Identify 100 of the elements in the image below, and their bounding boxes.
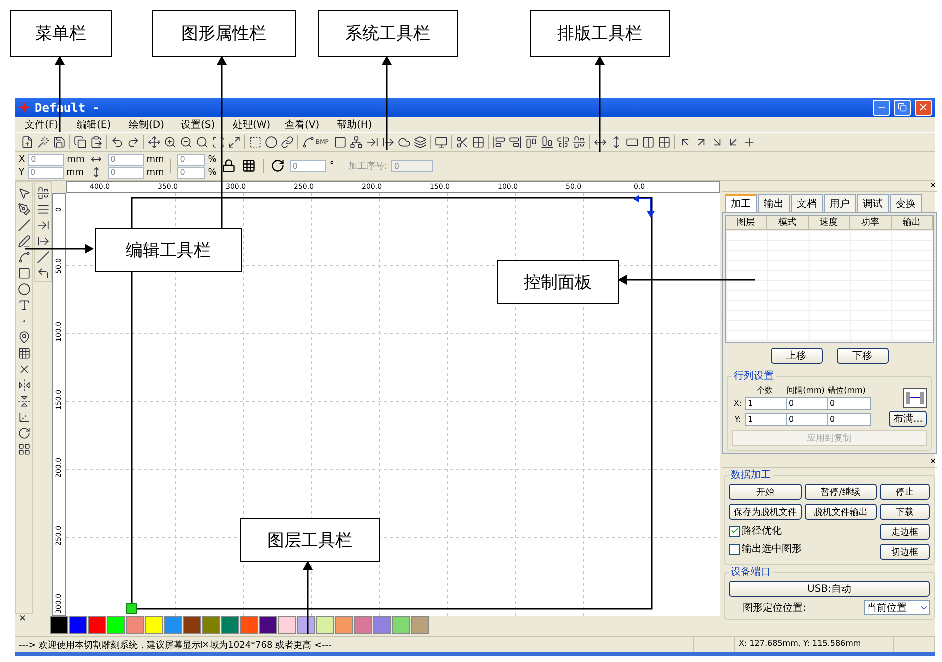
array-field[interactable]: 1 <box>745 397 789 410</box>
wand-icon[interactable] <box>35 134 51 150</box>
copy-icon[interactable] <box>72 134 88 150</box>
restore-button[interactable] <box>894 100 911 116</box>
frame-button[interactable]: 切边框 <box>880 544 930 560</box>
color-swatch[interactable] <box>145 616 163 634</box>
frame-button[interactable]: 走边框 <box>880 524 930 540</box>
align-top-icon[interactable] <box>523 134 539 150</box>
process-button[interactable]: 停止 <box>880 484 930 500</box>
layers-icon[interactable] <box>412 134 428 150</box>
scan-icon[interactable] <box>210 134 226 150</box>
panel-tab[interactable]: 输出 <box>758 194 790 212</box>
rotation-field[interactable]: 0 <box>290 160 326 172</box>
color-swatch[interactable] <box>354 616 372 634</box>
color-swatch[interactable] <box>107 616 125 634</box>
align-left-icon[interactable] <box>491 134 507 150</box>
menu-item[interactable]: 设置(S) <box>181 118 233 132</box>
panel-close[interactable]: × <box>929 182 937 191</box>
move-button[interactable]: 下移 <box>836 348 888 364</box>
rotate-icon[interactable] <box>270 158 286 174</box>
curve-icon[interactable] <box>16 249 32 265</box>
port-button[interactable]: USB:自动 <box>729 581 930 597</box>
line-icon[interactable] <box>35 249 51 265</box>
minimize-button[interactable] <box>873 100 890 116</box>
move-button[interactable]: 上移 <box>770 348 822 364</box>
zoom-in-icon[interactable] <box>162 134 178 150</box>
color-swatch[interactable] <box>316 616 334 634</box>
position-select[interactable]: 当前位置 <box>864 600 930 615</box>
position-field[interactable]: 0 <box>28 154 64 166</box>
square-icon[interactable] <box>16 265 32 281</box>
color-swatch[interactable] <box>392 616 410 634</box>
align-middle-icon[interactable] <box>571 134 587 150</box>
zoom-out-icon[interactable] <box>178 134 194 150</box>
scissors-icon[interactable] <box>454 134 470 150</box>
mirror-horizontal-icon[interactable] <box>16 377 32 393</box>
size-field[interactable]: 0 <box>108 154 144 166</box>
pen-line-icon[interactable] <box>16 233 32 249</box>
array-field[interactable]: 0 <box>827 412 871 426</box>
scale-field[interactable]: 0 <box>177 154 206 166</box>
square-icon[interactable] <box>332 134 348 150</box>
select-box-icon[interactable] <box>247 134 263 150</box>
link-icon[interactable] <box>279 134 295 150</box>
pen-icon[interactable] <box>16 201 32 217</box>
menu-item[interactable]: 文件(F) <box>25 118 77 132</box>
menu-item[interactable]: 查看(V) <box>285 118 337 132</box>
color-swatch[interactable] <box>50 616 68 634</box>
array-field[interactable]: 0 <box>827 397 871 410</box>
color-swatch[interactable] <box>221 616 239 634</box>
color-swatch[interactable] <box>164 616 182 634</box>
menu-item[interactable]: 编辑(E) <box>77 118 129 132</box>
color-swatch[interactable] <box>335 616 353 634</box>
mirror-vertical-icon[interactable] <box>16 393 32 409</box>
grid-icon[interactable] <box>656 134 672 150</box>
process-button[interactable]: 脱机文件输出 <box>804 504 877 520</box>
array-field[interactable]: 0 <box>786 397 830 410</box>
move-icon[interactable] <box>146 134 162 150</box>
layout-grid-icon[interactable] <box>16 441 32 457</box>
align-middle-icon[interactable] <box>35 185 51 201</box>
scale-field[interactable]: 0 <box>177 166 206 178</box>
color-swatch[interactable] <box>202 616 220 634</box>
panel-tab[interactable]: 调试 <box>857 194 889 212</box>
menu-item[interactable]: 处理(W) <box>233 118 285 132</box>
process-button[interactable]: 保存为脱机文件 <box>729 504 802 520</box>
palette-close[interactable]: × <box>19 614 49 624</box>
align-right-icon[interactable] <box>507 134 523 150</box>
color-swatch[interactable] <box>259 616 277 634</box>
color-swatch[interactable] <box>69 616 87 634</box>
color-swatch[interactable] <box>411 616 429 634</box>
lock-icon[interactable] <box>220 158 237 174</box>
process-button[interactable]: 开始 <box>729 484 802 500</box>
menu-item[interactable]: 绘制(D) <box>129 118 181 132</box>
search-icon[interactable] <box>194 134 210 150</box>
position-field[interactable]: 0 <box>28 166 64 178</box>
color-swatch[interactable] <box>240 616 258 634</box>
curve-icon[interactable] <box>300 134 316 150</box>
checkbox[interactable] <box>729 544 740 554</box>
line-icon[interactable] <box>16 217 32 233</box>
save-icon[interactable] <box>51 134 67 150</box>
color-swatch[interactable] <box>126 616 144 634</box>
color-swatch[interactable] <box>297 616 315 634</box>
panel-tab[interactable]: 变换 <box>890 194 922 212</box>
size-field[interactable]: 0 <box>108 166 144 178</box>
align-center-icon[interactable] <box>555 134 571 150</box>
checkbox[interactable] <box>729 526 740 536</box>
color-swatch[interactable] <box>88 616 106 634</box>
network-icon[interactable] <box>348 134 364 150</box>
panel-tab[interactable]: 加工 <box>725 194 757 212</box>
menu-item[interactable]: 帮助(H) <box>337 118 389 132</box>
grid-icon[interactable] <box>240 158 257 174</box>
grid-icon[interactable] <box>470 134 486 150</box>
ellipse-icon[interactable] <box>16 281 32 297</box>
grid-icon[interactable] <box>16 345 32 361</box>
panel-tab[interactable]: 用户 <box>824 194 856 212</box>
color-swatch[interactable] <box>373 616 391 634</box>
array-field[interactable]: 0 <box>786 412 830 426</box>
color-swatch[interactable] <box>183 616 201 634</box>
process-button[interactable]: 下载 <box>880 504 930 520</box>
panel-close[interactable]: × <box>929 458 937 467</box>
rotate-icon[interactable] <box>16 425 32 441</box>
monitor-icon[interactable] <box>433 134 449 150</box>
